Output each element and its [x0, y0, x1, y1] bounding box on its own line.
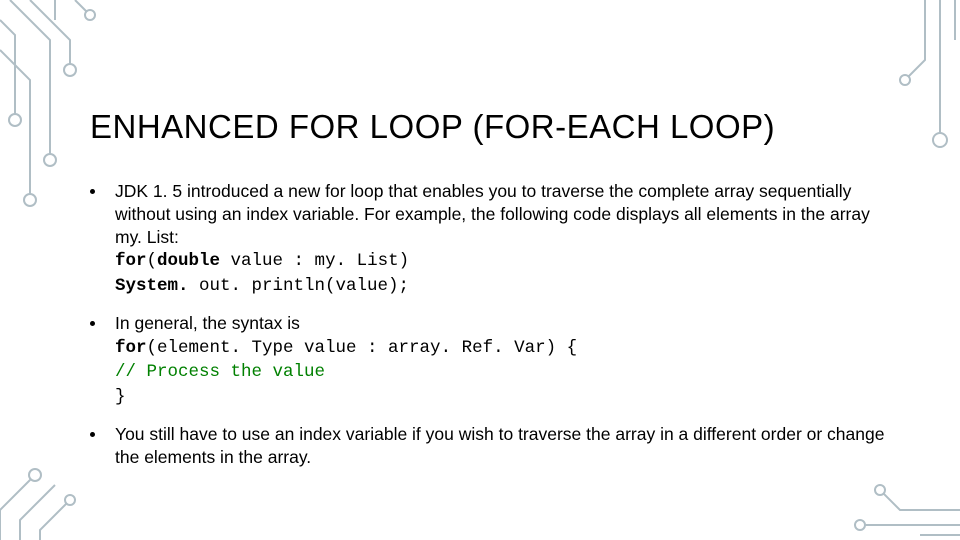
bullet-text: You still have to use an index variable … — [115, 423, 890, 469]
keyword: for — [115, 338, 147, 358]
code-line: for(double value : my. List) — [115, 251, 409, 271]
bullet-text: In general, the syntax is for(element. T… — [115, 312, 577, 409]
code-comment: // Process the value — [115, 362, 325, 382]
code: value : my. List) — [220, 251, 409, 271]
keyword: for — [115, 251, 147, 271]
code-line: } — [115, 387, 126, 407]
para: You still have to use an index variable … — [115, 424, 884, 467]
circuit-bottom-right — [820, 480, 960, 540]
bullet-item: You still have to use an index variable … — [90, 423, 890, 469]
slide-body: JDK 1. 5 introduced a new for loop that … — [90, 180, 890, 482]
code: ( — [147, 251, 158, 271]
bullet-item: In general, the syntax is for(element. T… — [90, 312, 890, 409]
bullet-text: JDK 1. 5 introduced a new for loop that … — [115, 180, 890, 298]
para: In general, the syntax is — [115, 313, 300, 333]
code-line: for(element. Type value : array. Ref. Va… — [115, 338, 577, 358]
code: out. println(value); — [189, 276, 410, 296]
code-line: System. out. println(value); — [115, 276, 409, 296]
keyword: double — [157, 251, 220, 271]
slide-title: ENHANCED FOR LOOP (FOR-EACH LOOP) — [90, 108, 775, 146]
bullet-dot-icon — [90, 189, 95, 194]
circuit-top-right — [880, 0, 960, 180]
bullet-dot-icon — [90, 432, 95, 437]
bullet-item: JDK 1. 5 introduced a new for loop that … — [90, 180, 890, 298]
code: (element. Type value : array. Ref. Var) … — [147, 338, 578, 358]
slide: ENHANCED FOR LOOP (FOR-EACH LOOP) JDK 1.… — [0, 0, 960, 540]
keyword: System. — [115, 276, 189, 296]
para: JDK 1. 5 introduced a new for loop that … — [115, 181, 870, 247]
bullet-dot-icon — [90, 321, 95, 326]
